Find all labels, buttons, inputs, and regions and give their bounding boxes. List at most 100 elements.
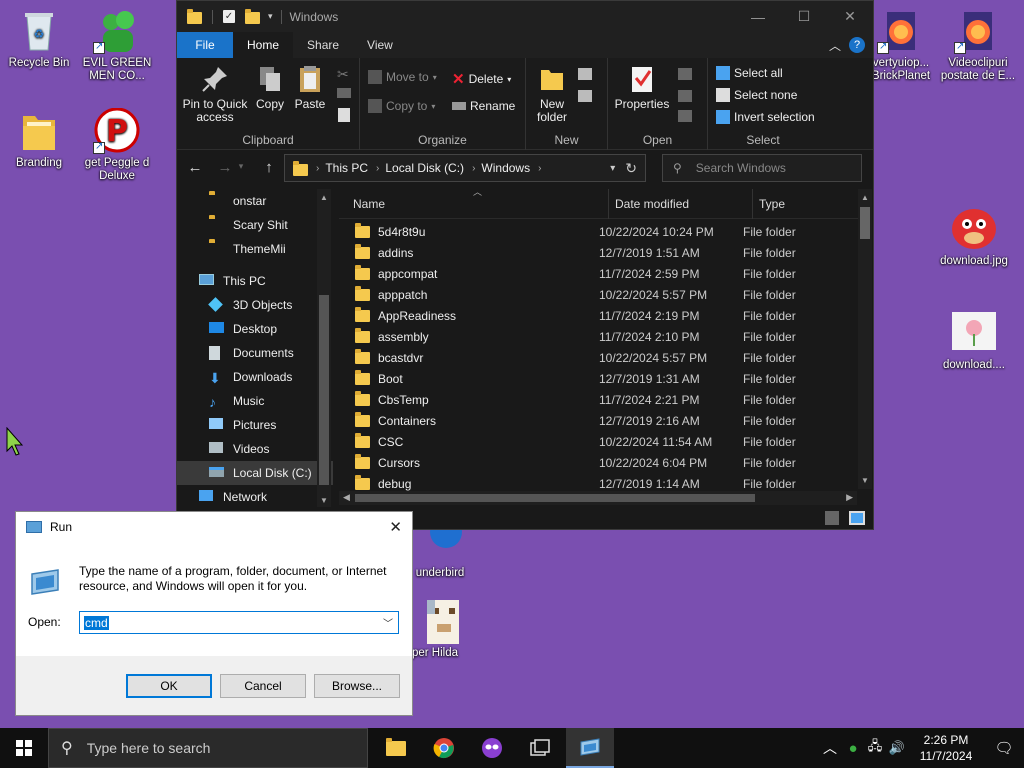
- taskbar-chrome[interactable]: [420, 728, 468, 768]
- volume-icon[interactable]: 🔊: [886, 740, 908, 756]
- nav-item[interactable]: ⬇ Downloads: [177, 365, 333, 389]
- recent-locations-icon[interactable]: ▾: [235, 161, 247, 172]
- table-row[interactable]: CSC 10/22/2024 11:54 AM File folder: [339, 431, 859, 452]
- paste-button[interactable]: Paste: [291, 64, 329, 111]
- browse-button[interactable]: Browse...: [314, 674, 400, 698]
- desktop-icon-evil-green-men[interactable]: EVIL GREEN MEN CO...: [79, 8, 155, 83]
- taskbar-file-explorer[interactable]: [372, 728, 420, 768]
- nav-item[interactable]: Local Disk (C:): [177, 461, 333, 485]
- user-status-icon[interactable]: ●: [842, 740, 864, 757]
- scroll-left-arrow[interactable]: ◀: [343, 492, 350, 503]
- address-dropdown-icon[interactable]: ▾: [610, 163, 615, 174]
- scroll-down-arrow[interactable]: ▼: [317, 496, 331, 505]
- nav-item[interactable]: onstar: [177, 189, 333, 213]
- up-button[interactable]: ↑: [257, 159, 281, 176]
- breadcrumb-local-disk[interactable]: Local Disk (C:): [385, 161, 464, 175]
- tab-share[interactable]: Share: [293, 32, 353, 58]
- scroll-thumb[interactable]: [860, 207, 870, 239]
- search-box[interactable]: ⚲ Search Windows: [662, 154, 862, 182]
- nav-item[interactable]: Network: [177, 485, 333, 509]
- desktop-icon-branding[interactable]: Branding: [1, 108, 77, 170]
- navigation-scrollbar[interactable]: ▲ ▼: [317, 189, 331, 509]
- nav-item[interactable]: Scary Shit: [177, 213, 333, 237]
- scroll-up-arrow[interactable]: ▲: [858, 193, 872, 202]
- easy-access-icon[interactable]: [578, 90, 592, 102]
- paste-shortcut-icon[interactable]: [338, 108, 350, 122]
- nav-item[interactable]: ThemeMii: [177, 237, 333, 261]
- table-row[interactable]: Cursors 10/22/2024 6:04 PM File folder: [339, 452, 859, 473]
- network-icon[interactable]: 🖧: [864, 737, 886, 759]
- table-row[interactable]: Containers 12/7/2019 2:16 AM File folder: [339, 410, 859, 431]
- tab-home[interactable]: Home: [233, 32, 294, 58]
- start-button[interactable]: [0, 728, 48, 768]
- table-row[interactable]: appcompat 11/7/2024 2:59 PM File folder: [339, 263, 859, 284]
- pin-to-quick-access-button[interactable]: Pin to Quick access: [181, 64, 249, 124]
- scroll-right-arrow[interactable]: ▶: [846, 492, 853, 503]
- breadcrumb-windows[interactable]: Windows: [481, 161, 530, 175]
- scroll-down-arrow[interactable]: ▼: [858, 476, 872, 485]
- taskbar-search-input[interactable]: Type here to search: [87, 740, 211, 756]
- details-view-icon[interactable]: [825, 511, 839, 525]
- nav-item[interactable]: Documents: [177, 341, 333, 365]
- table-row[interactable]: addins 12/7/2019 1:51 AM File folder: [339, 242, 859, 263]
- cancel-button[interactable]: Cancel: [220, 674, 306, 698]
- copy-path-icon[interactable]: [337, 88, 351, 98]
- table-row[interactable]: Boot 12/7/2019 1:31 AM File folder: [339, 368, 859, 389]
- forward-button[interactable]: →: [213, 159, 237, 176]
- command-text[interactable]: cmd: [84, 615, 109, 630]
- new-folder-quick-icon[interactable]: [245, 9, 260, 24]
- back-button[interactable]: ←: [183, 159, 207, 176]
- minimize-button[interactable]: —: [735, 1, 781, 32]
- taskbar-mask-app[interactable]: [468, 728, 516, 768]
- nav-item[interactable]: Pictures: [177, 413, 333, 437]
- file-list-scrollbar[interactable]: ▲ ▼: [858, 189, 872, 489]
- scroll-thumb[interactable]: [355, 494, 755, 502]
- ok-button[interactable]: OK: [126, 674, 212, 698]
- address-bar[interactable]: › This PC › Local Disk (C:) › Windows › …: [284, 154, 646, 182]
- breadcrumb-this-pc[interactable]: This PC: [325, 161, 368, 175]
- table-row[interactable]: assembly 11/7/2024 2:10 PM File folder: [339, 326, 859, 347]
- column-header-date[interactable]: Date modified: [609, 189, 753, 219]
- properties-button[interactable]: Properties: [612, 64, 672, 111]
- scroll-thumb[interactable]: [319, 295, 329, 485]
- close-button[interactable]: ✕: [827, 1, 873, 32]
- table-row[interactable]: apppatch 10/22/2024 5:57 PM File folder: [339, 284, 859, 305]
- nav-item[interactable]: Videos: [177, 437, 333, 461]
- select-all-button[interactable]: Select all: [716, 66, 783, 80]
- history-icon[interactable]: [678, 110, 692, 122]
- desktop-icon-download-2[interactable]: download....: [936, 310, 1012, 372]
- scroll-up-arrow[interactable]: ▲: [317, 193, 331, 202]
- invert-selection-button[interactable]: Invert selection: [716, 110, 815, 124]
- desktop-icon-recycle-bin[interactable]: ♻ Recycle Bin: [1, 8, 77, 70]
- nav-item[interactable]: Desktop: [177, 317, 333, 341]
- taskbar-search[interactable]: ⚲ Type here to search: [48, 728, 368, 768]
- desktop-icon-peggle[interactable]: P get Peggle d Deluxe: [79, 107, 155, 183]
- copy-to-button[interactable]: Copy to ▾: [368, 99, 435, 113]
- run-command-input[interactable]: cmd ﹀: [79, 611, 399, 634]
- table-row[interactable]: CbsTemp 11/7/2024 2:21 PM File folder: [339, 389, 859, 410]
- show-hidden-icons-icon[interactable]: ︿: [818, 738, 842, 758]
- clock[interactable]: 2:26 PM 11/7/2024: [908, 732, 984, 764]
- delete-button[interactable]: ✕ Delete ▾: [452, 70, 511, 88]
- nav-item[interactable]: This PC: [177, 269, 333, 293]
- taskbar-task-view[interactable]: [516, 728, 564, 768]
- refresh-icon[interactable]: ↻: [625, 160, 637, 177]
- desktop-icon-videoclipuri[interactable]: Videoclipuri postate de E...: [937, 8, 1019, 83]
- chevron-down-icon[interactable]: ﹀: [383, 615, 393, 630]
- copy-button[interactable]: Copy: [251, 64, 289, 111]
- column-header-type[interactable]: Type: [753, 189, 853, 219]
- tab-file[interactable]: File: [177, 32, 233, 58]
- large-icons-view-icon[interactable]: [849, 511, 865, 525]
- notifications-icon[interactable]: 🗨: [984, 739, 1024, 757]
- properties-check-icon[interactable]: ✓: [223, 10, 235, 23]
- file-list-horizontal-scrollbar[interactable]: ◀ ▶: [339, 491, 857, 505]
- close-icon[interactable]: ✕: [389, 518, 402, 536]
- table-row[interactable]: AppReadiness 11/7/2024 2:19 PM File folder: [339, 305, 859, 326]
- table-row[interactable]: 5d4r8t9u 10/22/2024 10:24 PM File folder: [339, 221, 859, 242]
- new-item-icon[interactable]: [578, 68, 592, 80]
- tab-view[interactable]: View: [353, 32, 407, 58]
- rename-button[interactable]: Rename: [452, 99, 515, 113]
- select-none-button[interactable]: Select none: [716, 88, 797, 102]
- nav-item[interactable]: ♪ Music: [177, 389, 333, 413]
- table-row[interactable]: bcastdvr 10/22/2024 5:57 PM File folder: [339, 347, 859, 368]
